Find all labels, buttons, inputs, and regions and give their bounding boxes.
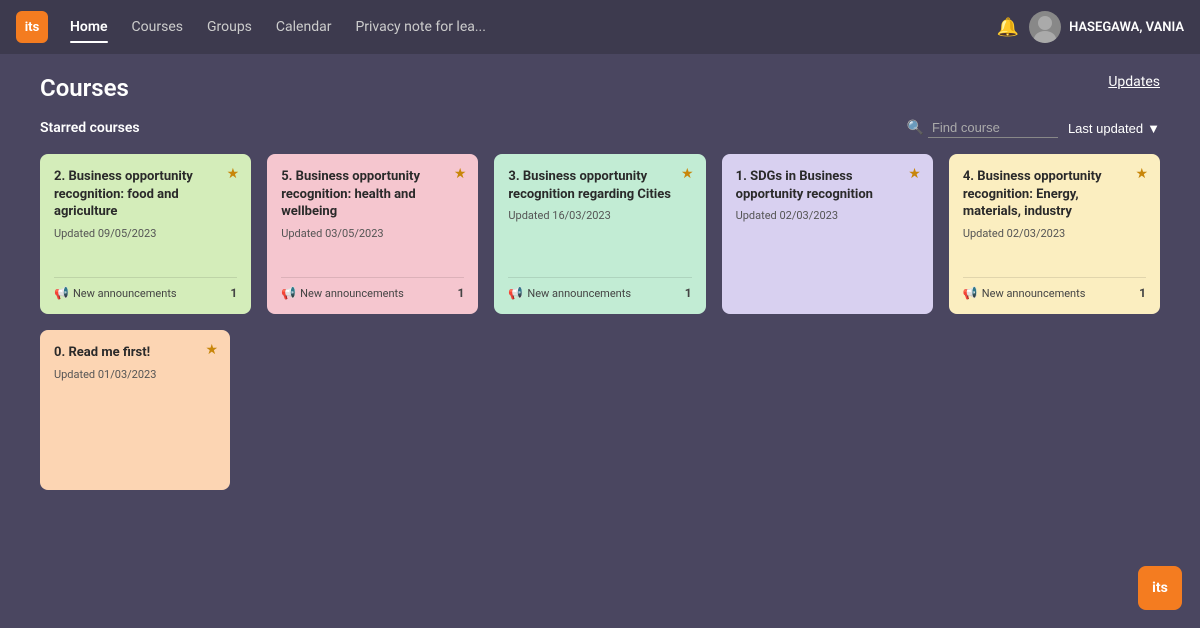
card-footer: 📢 New announcements 1 xyxy=(508,277,691,300)
search-icon: 🔍 xyxy=(907,120,924,136)
bottom-logo: its xyxy=(1138,566,1182,610)
announcement-count: 1 xyxy=(685,286,692,300)
user-avatar-area[interactable]: HASEGAWA, VANIA xyxy=(1029,11,1184,43)
megaphone-icon: 📢 xyxy=(508,286,523,300)
star-icon[interactable]: ★ xyxy=(908,166,921,182)
chevron-down-icon: ▼ xyxy=(1147,121,1160,136)
nav-courses[interactable]: Courses xyxy=(122,13,193,41)
course-card[interactable]: ★ 5. Business opportunity recognition: he… xyxy=(267,154,478,314)
filter-right: 🔍 Last updated ▼ xyxy=(907,118,1161,138)
card-footer: 📢 New announcements 1 xyxy=(963,277,1146,300)
updates-link[interactable]: Updates xyxy=(1108,74,1160,90)
card-updated: Updated 03/05/2023 xyxy=(281,227,464,240)
cards-row-1: ★ 2. Business opportunity recognition: fo… xyxy=(40,154,1160,314)
card-updated: Updated 09/05/2023 xyxy=(54,227,237,240)
course-card[interactable]: ★ 0. Read me first! Updated 01/03/2023 xyxy=(40,330,230,490)
nav-groups[interactable]: Groups xyxy=(197,13,262,41)
course-card[interactable]: ★ 4. Business opportunity recognition: En… xyxy=(949,154,1160,314)
megaphone-icon: 📢 xyxy=(281,286,296,300)
megaphone-icon: 📢 xyxy=(54,286,69,300)
star-icon[interactable]: ★ xyxy=(205,342,218,358)
course-card[interactable]: ★ 2. Business opportunity recognition: fo… xyxy=(40,154,251,314)
announcement-label: New announcements xyxy=(300,287,404,300)
course-card[interactable]: ★ 3. Business opportunity recognition reg… xyxy=(494,154,705,314)
course-card[interactable]: ★ 1. SDGs in Business opportunity recogni… xyxy=(722,154,933,314)
card-title: 4. Business opportunity recognition: Ene… xyxy=(963,168,1126,221)
announcement-label: New announcements xyxy=(73,287,177,300)
star-icon[interactable]: ★ xyxy=(681,166,694,182)
card-title: 5. Business opportunity recognition: hea… xyxy=(281,168,444,221)
card-title: 1. SDGs in Business opportunity recognit… xyxy=(736,168,899,203)
notification-bell-icon[interactable]: 🔔 xyxy=(997,17,1019,38)
card-footer: 📢 New announcements 1 xyxy=(281,277,464,300)
announcement-area: 📢 New announcements xyxy=(963,286,1086,300)
star-icon[interactable]: ★ xyxy=(454,166,467,182)
star-icon[interactable]: ★ xyxy=(1135,166,1148,182)
app-logo[interactable]: its xyxy=(16,11,48,43)
star-icon[interactable]: ★ xyxy=(227,166,240,182)
courses-header: Courses Updates xyxy=(40,74,1160,102)
announcement-area: 📢 New announcements xyxy=(508,286,631,300)
announcement-area: 📢 New announcements xyxy=(54,286,177,300)
announcement-label: New announcements xyxy=(982,287,1086,300)
card-title: 0. Read me first! xyxy=(54,344,196,362)
megaphone-icon: 📢 xyxy=(963,286,978,300)
announcement-count: 1 xyxy=(458,286,465,300)
nav-privacy[interactable]: Privacy note for lea... xyxy=(345,13,495,41)
avatar xyxy=(1029,11,1061,43)
card-updated: Updated 02/03/2023 xyxy=(963,227,1146,240)
card-updated: Updated 16/03/2023 xyxy=(508,209,691,222)
card-footer: 📢 New announcements 1 xyxy=(54,277,237,300)
card-updated: Updated 02/03/2023 xyxy=(736,209,919,222)
nav-links: Home Courses Groups Calendar Privacy not… xyxy=(60,13,989,41)
announcement-label: New announcements xyxy=(527,287,631,300)
cards-row-2: ★ 0. Read me first! Updated 01/03/2023 xyxy=(40,330,1160,490)
announcement-area: 📢 New announcements xyxy=(281,286,404,300)
card-title: 3. Business opportunity recognition rega… xyxy=(508,168,671,203)
announcement-count: 1 xyxy=(230,286,237,300)
starred-label: Starred courses xyxy=(40,120,140,136)
filter-row: Starred courses 🔍 Last updated ▼ xyxy=(40,118,1160,138)
nav-right: 🔔 HASEGAWA, VANIA xyxy=(997,11,1184,43)
sort-button[interactable]: Last updated ▼ xyxy=(1068,121,1160,136)
nav-calendar[interactable]: Calendar xyxy=(266,13,342,41)
navbar: its Home Courses Groups Calendar Privacy… xyxy=(0,0,1200,54)
sort-label: Last updated xyxy=(1068,121,1143,136)
search-area: 🔍 xyxy=(907,118,1058,138)
user-name: HASEGAWA, VANIA xyxy=(1069,20,1184,35)
main-content: Courses Updates Starred courses 🔍 Last u… xyxy=(0,54,1200,628)
nav-home[interactable]: Home xyxy=(60,13,118,41)
card-updated: Updated 01/03/2023 xyxy=(54,368,216,381)
search-input[interactable] xyxy=(928,118,1058,138)
card-title: 2. Business opportunity recognition: foo… xyxy=(54,168,217,221)
announcement-count: 1 xyxy=(1139,286,1146,300)
page-title: Courses xyxy=(40,74,129,102)
